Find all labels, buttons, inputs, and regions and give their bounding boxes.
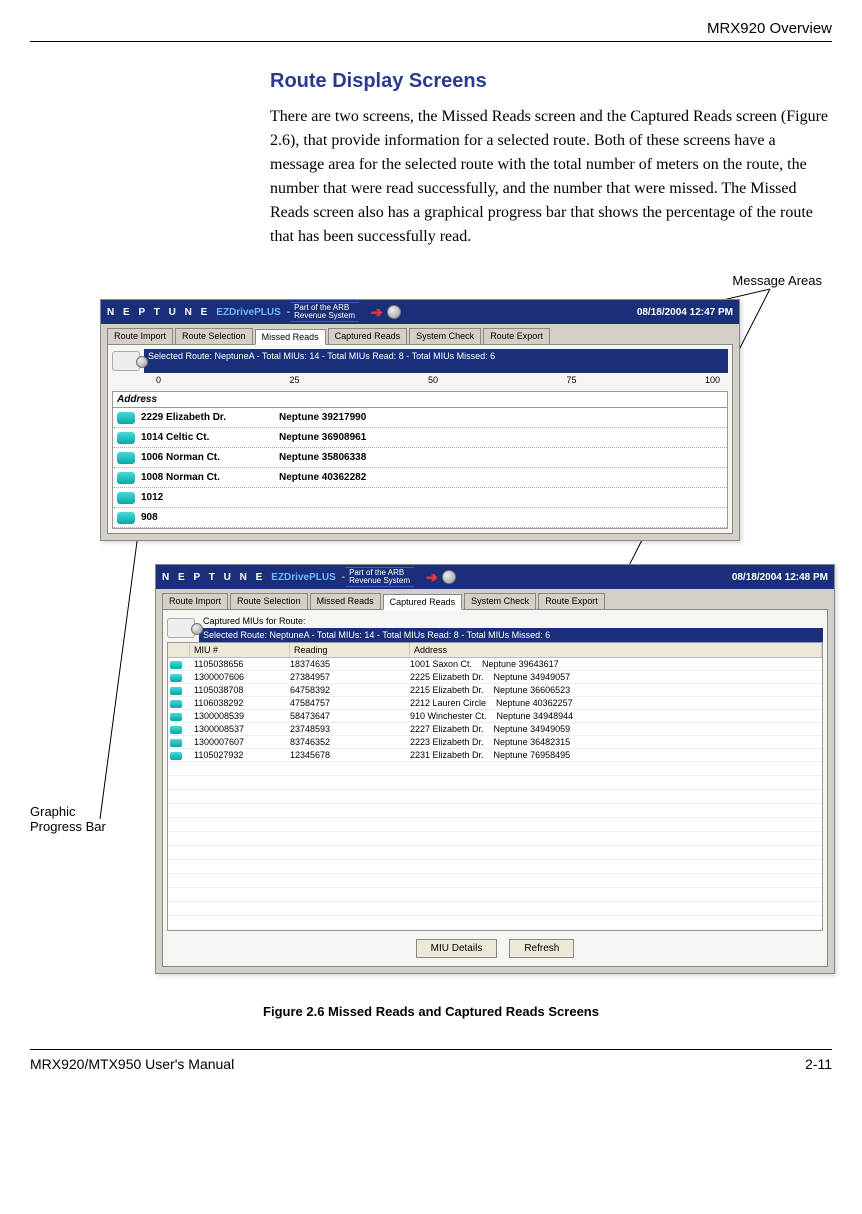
- arrow-icon: ➔: [426, 569, 438, 586]
- address-row[interactable]: 2229 Elizabeth Dr.Neptune 39217990: [113, 408, 727, 428]
- tab-system-check[interactable]: System Check: [409, 328, 481, 344]
- database-icon: [387, 305, 401, 319]
- tab-route-selection[interactable]: Route Selection: [230, 593, 308, 609]
- tab-route-import[interactable]: Route Import: [162, 593, 228, 609]
- tabbar-captured: Route Import Route Selection Missed Read…: [156, 589, 834, 609]
- brand: N E P T U N E: [162, 572, 265, 583]
- table-row-empty: [168, 776, 822, 790]
- address-list: 2229 Elizabeth Dr.Neptune 392179901014 C…: [112, 408, 728, 529]
- message-area-captured: Selected Route: NeptuneA - Total MIUs: 1…: [199, 628, 823, 642]
- header-rule: [30, 41, 832, 42]
- captured-grid: MIU # Reading Address 110503865618374635…: [167, 642, 823, 931]
- tab-system-check[interactable]: System Check: [464, 593, 536, 609]
- missed-reads-window: N E P T U N E EZDrivePLUS - Part of the …: [100, 299, 740, 541]
- footer-left: MRX920/MTX950 User's Manual: [30, 1056, 234, 1072]
- product-name: EZDrivePLUS: [271, 572, 335, 583]
- table-row-empty: [168, 804, 822, 818]
- captured-sublabel: Captured MIUs for Route:: [199, 614, 823, 628]
- callout-message-areas: Message Areas: [732, 273, 822, 288]
- figure-caption: Figure 2.6 Missed Reads and Captured Rea…: [30, 1004, 832, 1019]
- address-row[interactable]: 1008 Norman Ct.Neptune 40362282: [113, 468, 727, 488]
- table-row[interactable]: 1300007606273849572225 Elizabeth Dr. Nep…: [168, 671, 822, 684]
- brand: N E P T U N E: [107, 307, 210, 318]
- titlebar-missed: N E P T U N E EZDrivePLUS - Part of the …: [101, 300, 739, 324]
- datetime-missed: 08/18/2004 12:47 PM: [637, 307, 733, 318]
- miu-details-button[interactable]: MIU Details: [416, 939, 498, 958]
- progress-bar: [144, 363, 728, 373]
- database-icon: [442, 570, 456, 584]
- address-header: Address: [112, 391, 728, 408]
- address-row[interactable]: 1006 Norman Ct.Neptune 35806338: [113, 448, 727, 468]
- grid-body: 1105038656183746351001 Saxon Ct. Neptune…: [168, 658, 822, 930]
- address-row[interactable]: 1012: [113, 488, 727, 508]
- titlebar-captured: N E P T U N E EZDrivePLUS - Part of the …: [156, 565, 834, 589]
- table-row-empty: [168, 762, 822, 776]
- address-row[interactable]: 1014 Celtic Ct.Neptune 36908961: [113, 428, 727, 448]
- tab-route-selection[interactable]: Route Selection: [175, 328, 253, 344]
- table-row-empty: [168, 846, 822, 860]
- arrow-icon: ➔: [371, 304, 383, 321]
- footer-right: 2-11: [805, 1056, 832, 1072]
- captured-panel: Captured MIUs for Route: Selected Route:…: [162, 609, 828, 967]
- grid-header: MIU # Reading Address: [168, 643, 822, 658]
- table-row[interactable]: 1300008537237485932227 Elizabeth Dr. Nep…: [168, 723, 822, 736]
- product-name: EZDrivePLUS: [216, 307, 280, 318]
- col-address: Address: [410, 643, 822, 657]
- table-row-empty: [168, 888, 822, 902]
- tab-route-export[interactable]: Route Export: [483, 328, 550, 344]
- section-title: Route Display Screens: [270, 70, 832, 93]
- captured-reads-window: N E P T U N E EZDrivePLUS - Part of the …: [155, 564, 835, 974]
- message-area-missed: Selected Route: NeptuneA - Total MIUs: 1…: [144, 349, 728, 363]
- table-row-empty: [168, 818, 822, 832]
- address-row[interactable]: 908: [113, 508, 727, 528]
- button-row: MIU Details Refresh: [167, 931, 823, 962]
- callout-progress-bar: Graphic Progress Bar: [30, 804, 106, 834]
- tab-missed-reads[interactable]: Missed Reads: [255, 329, 326, 345]
- col-miu: MIU #: [190, 643, 290, 657]
- message-header: Selected Route: NeptuneA - Total MIUs: 1…: [112, 349, 728, 373]
- table-row[interactable]: 1300007607837463522223 Elizabeth Dr. Nep…: [168, 736, 822, 749]
- route-db-icon: [112, 351, 140, 371]
- tab-route-export[interactable]: Route Export: [538, 593, 605, 609]
- col-reading: Reading: [290, 643, 410, 657]
- tagline: Part of the ARBRevenue System: [290, 302, 359, 322]
- table-row-empty: [168, 916, 822, 930]
- tab-route-import[interactable]: Route Import: [107, 328, 173, 344]
- missed-panel: Selected Route: NeptuneA - Total MIUs: 1…: [107, 344, 733, 534]
- table-row-empty: [168, 860, 822, 874]
- table-row[interactable]: 1106038292475847572212 Lauren Circle Nep…: [168, 697, 822, 710]
- table-row[interactable]: 1105038656183746351001 Saxon Ct. Neptune…: [168, 658, 822, 671]
- table-row[interactable]: 1105038708647583922215 Elizabeth Dr. Nep…: [168, 684, 822, 697]
- table-row[interactable]: 130000853958473647910 Winchester Ct. Nep…: [168, 710, 822, 723]
- route-db-icon: [167, 618, 195, 638]
- page-header-right: MRX920 Overview: [30, 20, 832, 37]
- figure-area: Message Areas Graphic Progress Bar N E P…: [30, 279, 832, 1019]
- page-footer: MRX920/MTX950 User's Manual 2-11: [30, 1049, 832, 1072]
- table-row-empty: [168, 832, 822, 846]
- table-row-empty: [168, 902, 822, 916]
- tab-captured-reads[interactable]: Captured Reads: [383, 594, 463, 610]
- table-row-empty: [168, 790, 822, 804]
- table-row[interactable]: 1105027932123456782231 Elizabeth Dr. Nep…: [168, 749, 822, 762]
- progress-scale: 0 25 50 75 100: [112, 373, 728, 387]
- section-paragraph: There are two screens, the Missed Reads …: [270, 105, 832, 249]
- tab-missed-reads[interactable]: Missed Reads: [310, 593, 381, 609]
- message-header: Captured MIUs for Route: Selected Route:…: [167, 614, 823, 642]
- table-row-empty: [168, 874, 822, 888]
- datetime-captured: 08/18/2004 12:48 PM: [732, 572, 828, 583]
- tabbar-missed: Route Import Route Selection Missed Read…: [101, 324, 739, 344]
- tagline: Part of the ARBRevenue System: [345, 567, 414, 587]
- tab-captured-reads[interactable]: Captured Reads: [328, 328, 408, 344]
- refresh-button[interactable]: Refresh: [509, 939, 574, 958]
